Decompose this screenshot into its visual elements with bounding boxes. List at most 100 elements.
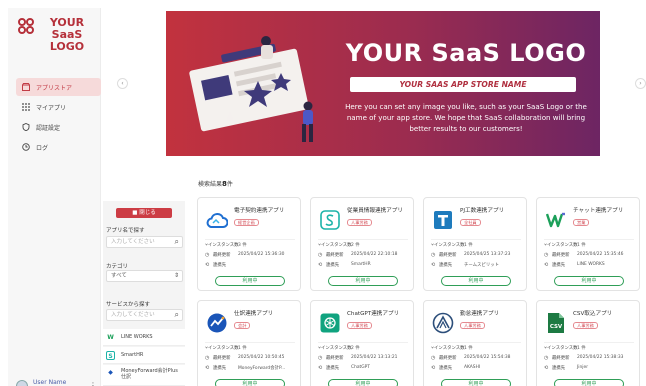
- app-card-linked: ⟲ 連携先 ChatGPT: [318, 365, 370, 371]
- linked-value: AKASHI: [464, 365, 481, 370]
- sidebar-item-label: 認証設定: [36, 124, 61, 132]
- app-card[interactable]: 勤怠連携アプリ 人事労務 ⑂ インスタンス数 1 件 ◷ 最終更新 2025/04/…: [423, 300, 527, 386]
- instances-label: インスタンス数: [434, 346, 465, 351]
- updated-value: 2025/04/25 13:37:23: [464, 252, 511, 257]
- link-icon: ⟲: [431, 262, 436, 268]
- cloud-sign-icon: [205, 208, 229, 232]
- in-use-button[interactable]: 利用中: [441, 379, 511, 386]
- divider: [205, 239, 295, 240]
- divider: [318, 239, 408, 240]
- instances-label: インスタンス数: [321, 243, 352, 248]
- more-vertical-icon[interactable]: ⋮: [89, 381, 97, 386]
- app-name-placeholder: 入力してください: [111, 239, 155, 245]
- app-card-name: 電子契約連携アプリ: [234, 208, 285, 214]
- app-card[interactable]: ChatGPT連携アプリ 人事労務 ⑂ インスタンス数 2 件 ◷ 最終更新 202…: [310, 300, 414, 386]
- app-card-instances: ⑂ インスタンス数 1 件: [431, 242, 473, 248]
- clock-icon: ◷: [431, 252, 436, 258]
- in-use-button[interactable]: 利用中: [215, 276, 285, 286]
- clock-icon: ◷: [205, 252, 210, 258]
- carousel-next-button[interactable]: ›: [635, 78, 646, 89]
- in-use-button[interactable]: 利用中: [554, 379, 624, 386]
- app-card-updated: ◷ 最終更新 2025/04/22 10:50:45: [205, 355, 284, 361]
- in-use-button[interactable]: 利用中: [441, 276, 511, 286]
- linked-value: SmartHR: [351, 262, 371, 267]
- link-icon: ⟲: [205, 262, 210, 268]
- linked-value: ChatGPT: [351, 365, 370, 370]
- app-card-tag: 人事労務: [347, 219, 372, 226]
- service-search-input[interactable]: 入力してください ⌕: [106, 309, 183, 321]
- banner-carousel[interactable]: YOUR SaaS LOGO YOUR SAAS APP STORE NAME …: [166, 11, 600, 156]
- brand-logo[interactable]: YOUR SaaS LOGO: [17, 17, 96, 53]
- instances-label: インスタンス数: [434, 243, 465, 248]
- chevron-left-icon: ‹: [121, 80, 124, 87]
- app-card-linked: ⟲ 連携先 チームスピリット: [431, 262, 499, 268]
- in-use-button[interactable]: 利用中: [328, 276, 398, 286]
- banner-title: YOUR SaaS LOGO: [345, 39, 587, 67]
- divider: [544, 342, 634, 343]
- instances-value: 3 件: [238, 243, 247, 248]
- in-use-button[interactable]: 利用中: [215, 379, 285, 386]
- app-root: YOUR SaaS LOGO アプリストア マイアプリ 認証設定 ログ User…: [0, 0, 646, 386]
- sidebar-item-my-apps[interactable]: マイアプリ: [16, 98, 101, 116]
- updated-value: 2025/04/22 15:35:46: [577, 252, 624, 257]
- app-card-name: 仕訳連携アプリ: [234, 311, 274, 317]
- app-card[interactable]: 従業員情報連携アプリ 人事労務 ⑂ インスタンス数 2 件 ◷ 最終更新 2025/…: [310, 197, 414, 291]
- csv-icon: CSV: [544, 311, 568, 335]
- carousel-indicators: [373, 148, 395, 156]
- carousel-prev-button[interactable]: ‹: [117, 78, 128, 89]
- updated-label: 最終更新: [552, 253, 570, 258]
- search-icon[interactable]: ⌕: [175, 310, 179, 320]
- sidebar-item-auth-settings[interactable]: 認証設定: [16, 118, 101, 136]
- linked-label: 連携先: [326, 263, 340, 268]
- user-profile[interactable]: User Name end-user ⋮: [16, 377, 101, 386]
- in-use-button[interactable]: 利用中: [328, 379, 398, 386]
- service-item[interactable]: S SmartHR: [103, 347, 185, 364]
- app-name-search-input[interactable]: 入力してください ⌕: [106, 236, 183, 248]
- app-card-name: ChatGPT連携アプリ: [347, 311, 400, 317]
- app-card[interactable]: チャット連携アプリ 営業 ⑂ インスタンス数 1 件 ◷ 最終更新 2025/04/…: [536, 197, 640, 291]
- updated-label: 最終更新: [213, 253, 231, 258]
- app-card[interactable]: 電子契約連携アプリ 経営企画 ⑂ インスタンス数 3 件 ◷ 最終更新 2025/0…: [197, 197, 301, 291]
- store-icon: [20, 83, 32, 91]
- instances-label: インスタンス数: [208, 346, 239, 351]
- service-item[interactable]: ◆ MoneyForward会計Plus仕訳: [103, 365, 185, 386]
- sidebar-item-app-store[interactable]: アプリストア: [16, 78, 101, 96]
- service-item[interactable]: W LINE WORKS: [103, 329, 185, 346]
- sidebar-item-label: アプリストア: [36, 84, 73, 92]
- sidebar-nav: アプリストア マイアプリ 認証設定 ログ: [16, 78, 101, 158]
- app-card[interactable]: PJ工数連携アプリ 全社員 ⑂ インスタンス数 1 件 ◷ 最終更新 2025/04…: [423, 197, 527, 291]
- logo-mark-icon: [18, 18, 34, 34]
- category-select[interactable]: すべて ⇕: [106, 270, 183, 282]
- service-placeholder: 入力してください: [111, 312, 155, 318]
- updated-label: 最終更新: [326, 253, 344, 258]
- moneyforward-icon: ◆: [108, 369, 113, 376]
- divider: [544, 239, 634, 240]
- app-card-linked: ⟲ 連携先 MoneyForward会計P...: [205, 365, 285, 371]
- linked-label: 連携先: [213, 263, 227, 268]
- result-suffix: 件: [226, 181, 233, 188]
- history-icon: [20, 143, 32, 151]
- category-label: カテゴリ: [106, 264, 129, 270]
- app-card[interactable]: 仕訳連携アプリ 会計 ⑂ インスタンス数 1 件 ◷ 最終更新 2025/04/22…: [197, 300, 301, 386]
- instances-label: インスタンス数: [208, 243, 239, 248]
- divider: [205, 342, 295, 343]
- banner-illustration: [189, 36, 313, 142]
- service-item-label: MoneyForward会計Plus仕訳: [121, 368, 178, 380]
- sidebar-item-log[interactable]: ログ: [16, 138, 101, 156]
- updated-label: 最終更新: [439, 356, 457, 361]
- sidebar-item-label: マイアプリ: [36, 104, 67, 112]
- instances-value: 1 件: [238, 346, 247, 351]
- moneyforward-icon: [205, 311, 229, 335]
- in-use-button[interactable]: 利用中: [554, 276, 624, 286]
- close-filter-button[interactable]: ■ 閉じる: [116, 208, 172, 218]
- search-icon[interactable]: ⌕: [175, 237, 179, 247]
- logo-line-1: YOUR SaaS: [49, 16, 85, 41]
- app-card-tag: 全社員: [460, 219, 481, 226]
- updated-value: 2025/04/22 13:13:21: [351, 355, 398, 360]
- instances-label: インスタンス数: [321, 346, 352, 351]
- app-card-instances: ⑂ インスタンス数 3 件: [205, 242, 247, 248]
- link-icon: ⟲: [318, 365, 323, 371]
- smarthr-icon: S: [106, 350, 115, 360]
- updated-value: 2025/04/22 15:54:38: [464, 355, 511, 360]
- app-card[interactable]: CSV CSV取込アプリ 人事労務 ⑂ インスタンス数 1 件 ◷ 最終更新 202…: [536, 300, 640, 386]
